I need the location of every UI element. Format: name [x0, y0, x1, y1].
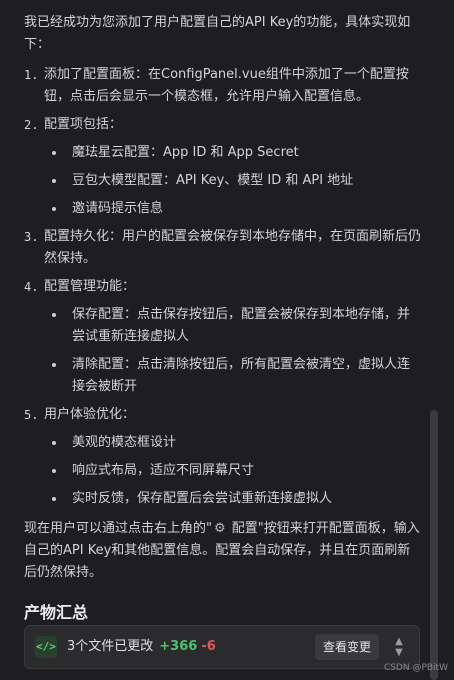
outro-text-start: 现在用户可以通过点击右上角的"	[24, 521, 212, 536]
list-number: 4.	[24, 280, 39, 294]
sub-list: 保存配置：点击保存按钮后，配置会被保存到本地存储，并尝试重新连接虚拟人 清除配置…	[44, 304, 422, 398]
list-item: 2. 配置项包括： 魔珐星云配置：App ID 和 App Secret 豆包大…	[24, 114, 422, 220]
list-number: 1.	[24, 68, 39, 82]
artifacts-heading: 产物汇总	[24, 603, 89, 622]
sub-list: 魔珐星云配置：App ID 和 App Secret 豆包大模型配置：API K…	[44, 142, 422, 220]
list-number: 5.	[24, 408, 39, 422]
outro-text: 现在用户可以通过点击右上角的" ⚙ 配置"按钮来打开配置面板，输入自己的API K…	[24, 518, 422, 584]
list-item-text: 配置管理功能：	[44, 279, 136, 294]
code-icon: </>	[35, 636, 57, 658]
sub-list-item: 保存配置：点击保存按钮后，配置会被保存到本地存储，并尝试重新连接虚拟人	[44, 304, 422, 348]
watermark: CSDN @PBitW	[383, 663, 448, 673]
list-item: 4. 配置管理功能： 保存配置：点击保存按钮后，配置会被保存到本地存储，并尝试重…	[24, 276, 422, 398]
list-item: 1. 添加了配置面板：在ConfigPanel.vue组件中添加了一个配置按钮，…	[24, 64, 422, 108]
sub-list-item: 豆包大模型配置：API Key、模型 ID 和 API 地址	[44, 170, 422, 192]
sub-list-item: 响应式布局，适应不同屏幕尺寸	[44, 460, 422, 482]
changes-summary: 3个文件已更改 +366 -6	[67, 636, 216, 658]
list-number: 3.	[24, 230, 39, 244]
intro-text: 我已经成功为您添加了用户配置自己的API Key的功能，具体实现如下：	[24, 15, 411, 52]
sub-list-item: 清除配置：点击清除按钮后，所有配置会被清空，虚拟人连接会被断开	[44, 354, 422, 398]
chevron-up-down-icon[interactable]: ▲ ▼	[389, 636, 409, 658]
list-item: 3. 配置持久化：用户的配置会被保存到本地存储中，在页面刷新后仍然保持。	[24, 226, 422, 270]
sub-list-item: 魔珐星云配置：App ID 和 App Secret	[44, 142, 422, 164]
gear-icon: ⚙	[213, 521, 226, 536]
list-item-text: 添加了配置面板：在ConfigPanel.vue组件中添加了一个配置按钮，点击后…	[44, 67, 409, 104]
steps-list: 1. 添加了配置面板：在ConfigPanel.vue组件中添加了一个配置按钮，…	[24, 64, 422, 510]
list-item: 5. 用户体验优化： 美观的模态框设计 响应式布局，适应不同屏幕尺寸 实时反馈，…	[24, 404, 422, 510]
list-item-text: 配置持久化：用户的配置会被保存到本地存储中，在页面刷新后仍然保持。	[44, 229, 422, 266]
assistant-message: 我已经成功为您添加了用户配置自己的API Key的功能，具体实现如下： 1. 添…	[24, 0, 422, 624]
list-item-text: 用户体验优化：	[44, 407, 136, 422]
sub-list-item: 美观的模态框设计	[44, 432, 422, 454]
deletions-count: -6	[201, 639, 216, 654]
sub-list-item: 实时反馈，保存配置后会尝试重新连接虚拟人	[44, 488, 422, 510]
list-item-text: 配置项包括：	[44, 117, 123, 132]
list-number: 2.	[24, 118, 39, 132]
scrollbar[interactable]	[430, 410, 438, 680]
sub-list-item: 邀请码提示信息	[44, 198, 422, 220]
view-changes-button[interactable]: 查看变更	[315, 634, 380, 660]
sub-list: 美观的模态框设计 响应式布局，适应不同屏幕尺寸 实时反馈，保存配置后会尝试重新连…	[44, 432, 422, 510]
additions-count: +366	[159, 639, 198, 654]
file-changes-bar[interactable]: </> 3个文件已更改 +366 -6 查看变更 ▲ ▼	[24, 625, 420, 669]
changes-label: 3个文件已更改	[67, 639, 154, 654]
